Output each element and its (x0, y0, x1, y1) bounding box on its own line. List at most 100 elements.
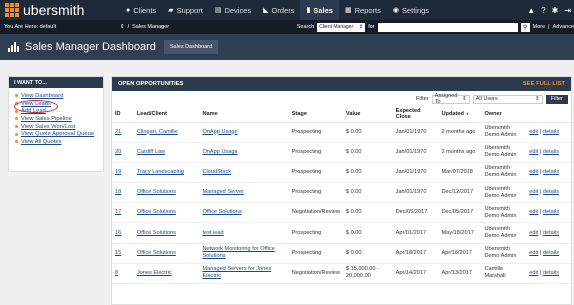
action-view-sales-pipeline[interactable]: View Sales Pipeline (15, 115, 97, 123)
nav-support[interactable]: ▰ Support (162, 0, 209, 20)
edit-link[interactable]: edit (529, 230, 538, 236)
more-sep: | (548, 24, 550, 30)
select-arrow-icon: ⇕ (462, 96, 467, 102)
settings-icon[interactable]: ✱ (552, 6, 559, 15)
cell-id[interactable]: 20 (112, 142, 134, 163)
cell-actions: edit | details (526, 142, 571, 163)
search-input[interactable] (377, 22, 518, 32)
see-full-list-link[interactable]: SEE FULL LIST (523, 81, 565, 87)
cell-actions: edit | details (526, 222, 571, 244)
cell-client[interactable]: Jones Electric (133, 263, 200, 285)
col-expected-close[interactable]: Expected Close (392, 107, 439, 123)
cell-value: $ 0.00 (342, 222, 393, 244)
cell-id[interactable]: 16 (112, 222, 134, 244)
details-link[interactable]: details (543, 209, 559, 215)
search-button[interactable]: ⚲ (520, 22, 530, 32)
more-link[interactable]: More (533, 24, 546, 30)
cell-value: $ 0.00 (342, 202, 393, 224)
cell-name[interactable]: Managed Servers for Jones Electric (199, 263, 289, 285)
cell-close: Apr/14/2017 (392, 263, 439, 285)
cell-close: Jan/01/1970 (392, 162, 439, 184)
edit-link[interactable]: edit (529, 169, 538, 175)
cell-name[interactable]: test lead (199, 222, 289, 244)
location-bar: You Are Here: default ⇕ / Sales Manager … (0, 20, 574, 34)
details-link[interactable]: details (543, 169, 559, 175)
cell-name[interactable]: Network Monitoring for Office Solutions (199, 243, 289, 264)
edit-link[interactable]: edit (529, 149, 538, 155)
cell-actions: edit | details (526, 162, 571, 184)
cell-name[interactable]: Office Solutions (199, 202, 289, 224)
col-value[interactable]: Value (342, 107, 393, 123)
cell-client[interactable]: Office Solutions (133, 222, 200, 244)
filter-label: Filter (415, 96, 429, 102)
cell-client[interactable]: Office Solutions (133, 182, 200, 204)
filter-bar: Filter Assigned To ⇕ All Users ⇕ Filter (112, 91, 571, 107)
cell-client[interactable]: Clingan, Camille (133, 122, 200, 143)
cell-id[interactable]: 17 (112, 202, 134, 224)
i-want-to-panel: I WANT TO... View Dashboard View Leads A… (8, 76, 104, 172)
highlight-circle-annotation (14, 100, 58, 113)
details-link[interactable]: details (543, 270, 559, 276)
col-owner[interactable]: Owner (481, 107, 527, 123)
cell-id[interactable]: 21 (112, 122, 134, 143)
details-link[interactable]: details (543, 189, 559, 195)
search-scope-select[interactable]: Client Manager ⇕ (317, 22, 366, 32)
advanced-link[interactable]: Advance (553, 24, 574, 30)
details-link[interactable]: details (543, 230, 559, 236)
col-stage[interactable]: Stage (288, 107, 343, 123)
cell-name[interactable]: Managed Server (199, 182, 289, 204)
app-logo[interactable]: ubersmith (0, 2, 120, 18)
table-row: 15 Office Solutions Network Monitoring f… (112, 243, 571, 264)
cell-updated: 2 months ago (438, 122, 482, 143)
cell-actions: edit | details (526, 182, 571, 204)
bell-icon[interactable]: ▲ (527, 6, 535, 15)
action-view-sales-won-lost[interactable]: View Sales Won/Lost (15, 123, 97, 131)
cell-name[interactable]: OnApp Usage (199, 122, 289, 143)
breadcrumb: ⇕ / Sales Manager (120, 24, 170, 30)
nav-clients[interactable]: ● Clients (120, 0, 162, 20)
cell-client[interactable]: Cardiff Law (133, 142, 200, 163)
action-view-dashboard[interactable]: View Dashboard (15, 92, 97, 100)
col-id[interactable]: ID (112, 107, 134, 123)
nav-devices[interactable]: ▤ Devices (209, 0, 257, 20)
cell-stage: Prospecting (288, 182, 343, 204)
col-name[interactable]: Name (199, 107, 289, 123)
cell-id[interactable]: 18 (112, 182, 134, 204)
edit-link[interactable]: edit (529, 129, 538, 135)
col-updated[interactable]: Updated ▼ (438, 107, 482, 123)
open-opportunities-panel: OPEN OPPORTUNITIES SEE FULL LIST Filter … (111, 76, 572, 305)
edit-link[interactable]: edit (529, 189, 538, 195)
logout-icon[interactable]: ⇥ (564, 6, 571, 15)
filter-field-select[interactable]: Assigned To ⇕ (431, 93, 470, 105)
edit-link[interactable]: edit (529, 250, 538, 256)
breadcrumb-dropdown-icon[interactable]: ⇕ (120, 24, 125, 30)
cell-name[interactable]: OnApp Usage (199, 142, 289, 163)
nav-settings[interactable]: ◉ Settings (387, 0, 435, 20)
action-view-all-quotes[interactable]: View All Quotes (15, 138, 97, 146)
edit-link[interactable]: edit (529, 209, 538, 215)
cell-client[interactable]: Tracy Landscaping (133, 162, 200, 184)
cell-client[interactable]: Office Solutions (133, 202, 200, 224)
details-link[interactable]: details (543, 149, 559, 155)
details-link[interactable]: details (543, 129, 559, 135)
col-lead-client[interactable]: Lead/Client (133, 107, 200, 123)
tab-sales-dashboard[interactable]: Sales Dashboard (163, 40, 219, 54)
nav-reports[interactable]: ▦ Reports (339, 0, 387, 20)
folder-icon: ▰ (168, 7, 174, 14)
cell-id[interactable]: 15 (112, 243, 134, 264)
cell-client[interactable]: Office Solutions (133, 243, 200, 264)
cell-id[interactable]: 19 (112, 162, 134, 184)
edit-link[interactable]: edit (529, 270, 538, 276)
cell-stage: Prospecting (288, 162, 343, 184)
cell-name[interactable]: CloudStack (199, 162, 289, 184)
details-link[interactable]: details (543, 250, 559, 256)
nav-orders[interactable]: ◣ Orders (257, 0, 300, 20)
cell-id[interactable]: 8 (112, 263, 134, 285)
filter-button[interactable]: Filter (545, 94, 568, 104)
help-icon[interactable]: ? (541, 6, 545, 15)
nav-sales[interactable]: ▮ Sales (300, 0, 339, 20)
filter-user-select[interactable]: All Users ⇕ (472, 94, 543, 104)
cell-updated: 2 months ago (438, 142, 482, 163)
cell-value: $ 0.00 (342, 142, 393, 163)
action-view-quote-approval-queue[interactable]: View Quote Approval Queue (15, 130, 97, 138)
